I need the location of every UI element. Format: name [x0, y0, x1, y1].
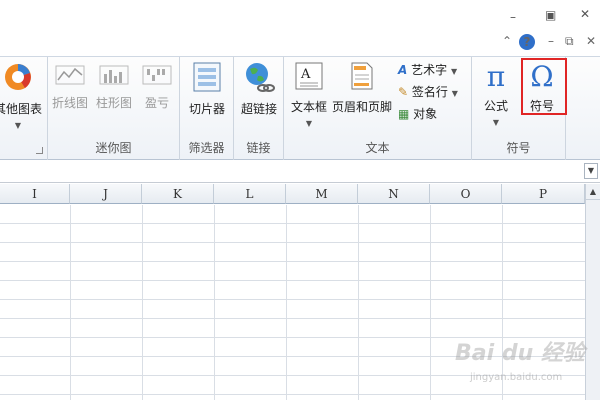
filter-group: 切片器 筛选器 [180, 57, 234, 160]
insert-ribbon: 其他图表 ▼ 折线图 [0, 56, 600, 160]
grid-line [358, 205, 359, 400]
column-header-m[interactable]: M [286, 184, 358, 204]
chevron-down-icon: ▼ [14, 121, 22, 130]
column-sparkline-icon [94, 63, 134, 90]
sparkline-column-button[interactable]: 柱形图 [94, 63, 134, 111]
textbox-icon: A [288, 61, 330, 94]
pie-chart-icon [0, 61, 44, 96]
filter-group-label: 筛选器 [188, 141, 225, 155]
header-footer-icon [330, 61, 394, 94]
links-group: 超链接 链接 [234, 57, 284, 160]
grid-line [502, 205, 503, 400]
winloss-sparkline-icon [138, 63, 176, 90]
grid-line [214, 205, 215, 400]
close-button[interactable]: ✕ [580, 7, 590, 21]
formula-expand-icon[interactable]: ▼ [584, 163, 598, 179]
column-header-o[interactable]: O [430, 184, 502, 204]
maximize-button[interactable]: ▣ [545, 8, 556, 22]
text-group-label: 文本 [365, 141, 390, 155]
sparkline-line-button[interactable]: 折线图 [50, 63, 90, 111]
wordart-button[interactable]: A 艺术字 ▼ [398, 61, 470, 78]
sparkline-winloss-button[interactable]: 盈亏 [138, 63, 176, 111]
charts-group: 其他图表 ▼ [0, 57, 48, 160]
sparklines-group: 折线图 柱形图 盈亏 迷你图 [48, 57, 180, 160]
hyperlink-globe-icon [236, 61, 282, 96]
grid-line [286, 205, 287, 400]
chevron-down-icon: ▼ [492, 118, 500, 127]
group-launcher-icon[interactable] [36, 147, 43, 154]
column-header-n[interactable]: N [358, 184, 430, 204]
column-header-k[interactable]: K [142, 184, 214, 204]
chevron-down-icon: ▼ [450, 67, 458, 76]
column-header-p[interactable]: P [502, 184, 585, 204]
ribbon-collapse-icon[interactable]: ⌃ [502, 34, 512, 48]
baidu-watermark: Bai du 经验 [455, 341, 585, 366]
links-group-label: 链接 [246, 141, 271, 155]
symbol-highlight-box [521, 58, 567, 115]
doc-close-button[interactable]: ✕ [586, 34, 596, 48]
header-footer-button[interactable]: 页眉和页脚 [330, 61, 394, 115]
other-charts-button[interactable]: 其他图表 ▼ [0, 61, 44, 130]
baidu-watermark-url: jingyan.baidu.com [470, 372, 563, 383]
text-group: A 文本框 ▼ 页眉和页脚 A 艺术字 ▼ ✎ 签名行 ▼ ▦ 对象 文本 [284, 57, 472, 160]
line-sparkline-icon [50, 63, 90, 90]
worksheet-grid[interactable] [0, 205, 585, 400]
slicer-button[interactable]: 切片器 [184, 61, 230, 117]
doc-minimize-button[interactable]: – [548, 34, 554, 48]
column-header-j[interactable]: J [70, 184, 142, 204]
svg-text:A: A [300, 67, 311, 82]
slicer-icon [184, 61, 230, 96]
vertical-scrollbar[interactable]: ▲ [585, 184, 600, 400]
chevron-down-icon: ▼ [305, 119, 313, 128]
sparklines-group-label: 迷你图 [95, 141, 132, 155]
doc-restore-button[interactable]: ⧉ [565, 34, 574, 49]
scroll-up-icon[interactable]: ▲ [586, 184, 600, 200]
textbox-button[interactable]: A 文本框 ▼ [288, 61, 330, 128]
grid-line [430, 205, 431, 400]
object-icon: ▦ [398, 107, 410, 121]
equation-button[interactable]: π 公式 ▼ [478, 60, 514, 128]
chevron-down-icon: ▼ [451, 89, 458, 98]
wordart-icon: A [398, 63, 408, 77]
column-header-i[interactable]: I [0, 184, 70, 204]
hyperlink-button[interactable]: 超链接 [236, 61, 282, 117]
object-button[interactable]: ▦ 对象 [398, 105, 470, 122]
formula-bar[interactable]: ▼ [0, 161, 600, 183]
title-bar: – ▣ ✕ ⌃ ? – ⧉ ✕ [0, 0, 600, 58]
symbols-group-label: 符号 [506, 141, 531, 155]
minimize-button[interactable]: – [510, 10, 516, 24]
column-header-l[interactable]: L [214, 184, 286, 204]
grid-line [70, 205, 71, 400]
signature-line-button[interactable]: ✎ 签名行 ▼ [398, 83, 470, 100]
pi-icon: π [486, 60, 506, 93]
help-icon[interactable]: ? [519, 34, 535, 50]
grid-line [142, 205, 143, 400]
signature-icon: ✎ [398, 85, 409, 99]
